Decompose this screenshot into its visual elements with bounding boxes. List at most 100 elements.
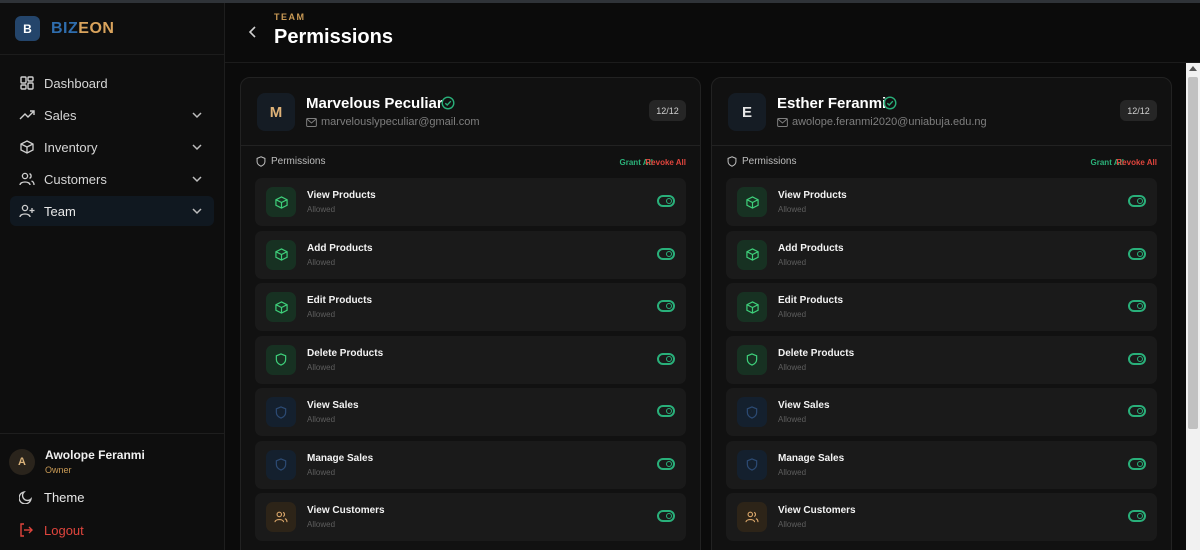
permissions-label: Permissions bbox=[727, 156, 796, 167]
back-button[interactable] bbox=[245, 24, 261, 40]
logout-button[interactable]: Logout bbox=[0, 515, 224, 545]
user-role: Owner bbox=[45, 465, 72, 475]
member-name: Esther Feranmi bbox=[777, 95, 887, 112]
member-card: M Marvelous Peculiar marvelouslypeculiar@g… bbox=[240, 77, 701, 550]
permission-row: Delete Products Allowed bbox=[726, 335, 1157, 384]
sidebar-item-dashboard[interactable]: Dashboard bbox=[10, 68, 214, 98]
chevron-down-icon[interactable] bbox=[190, 140, 204, 154]
mail-icon bbox=[306, 117, 317, 127]
users-icon bbox=[266, 502, 296, 532]
sidebar-item-label: Sales bbox=[44, 107, 77, 123]
member-header: E Esther Feranmi awolope.feranmi2020@uniab… bbox=[712, 78, 1171, 146]
revoke-all-button[interactable]: Revoke All bbox=[645, 158, 686, 167]
mail-icon bbox=[777, 117, 788, 127]
permission-status: Allowed bbox=[307, 205, 336, 214]
permission-row: Edit Products Allowed bbox=[255, 283, 686, 331]
permission-row: View Sales Allowed bbox=[255, 388, 686, 436]
permission-toggle[interactable] bbox=[1128, 405, 1146, 417]
permission-name: Add Products bbox=[778, 242, 844, 254]
page-scrollbar[interactable] bbox=[1186, 63, 1200, 550]
shield-icon bbox=[266, 397, 296, 427]
permission-toggle[interactable] bbox=[657, 405, 675, 417]
permission-name: View Customers bbox=[778, 505, 856, 516]
permission-row: Manage Sales Allowed bbox=[255, 440, 686, 489]
box-icon bbox=[266, 239, 296, 270]
box-icon bbox=[737, 239, 767, 270]
breadcrumb: TEAM bbox=[274, 12, 306, 22]
shield-icon bbox=[737, 449, 767, 480]
permission-row: Add Products Allowed bbox=[255, 230, 686, 279]
verified-check-icon bbox=[441, 96, 455, 110]
permission-name: Manage Sales bbox=[307, 452, 374, 464]
permissions-toolbar: Permissions Grant All Revoke All bbox=[241, 146, 700, 178]
sidebar-item-sales[interactable]: Sales bbox=[10, 100, 214, 130]
permission-toggle[interactable] bbox=[657, 457, 675, 470]
permission-toggle[interactable] bbox=[1128, 300, 1146, 312]
avatar: A bbox=[9, 448, 35, 475]
theme-toggle[interactable]: Theme bbox=[0, 482, 224, 512]
chevron-down-icon[interactable] bbox=[190, 204, 204, 218]
shield-icon bbox=[727, 156, 737, 167]
permission-toggle[interactable] bbox=[657, 510, 675, 522]
permission-row: View Customers Allowed bbox=[726, 493, 1157, 541]
permission-status: Allowed bbox=[778, 205, 807, 214]
user-plus-icon bbox=[19, 203, 35, 219]
sidebar-nav: Dashboard Sales Inventory Customers Team bbox=[0, 55, 224, 226]
member-email: marvelouslypeculiar@gmail.com bbox=[306, 116, 480, 128]
member-card: E Esther Feranmi awolope.feranmi2020@uniab… bbox=[711, 77, 1172, 550]
permission-name: View Customers bbox=[307, 505, 385, 516]
permission-row: Manage Sales Allowed bbox=[726, 440, 1157, 489]
sidebar-item-inventory[interactable]: Inventory bbox=[10, 132, 214, 162]
permission-status: Allowed bbox=[307, 310, 336, 319]
permission-status: Allowed bbox=[307, 467, 336, 477]
chevron-down-icon[interactable] bbox=[190, 108, 204, 122]
permission-status: Allowed bbox=[307, 362, 336, 372]
scroll-thumb[interactable] bbox=[1188, 77, 1198, 429]
permission-name: View Sales bbox=[307, 400, 359, 411]
permission-status: Allowed bbox=[778, 257, 807, 267]
brand[interactable]: B BIZEON bbox=[0, 3, 224, 55]
verified-check-icon bbox=[883, 96, 897, 110]
permission-toggle[interactable] bbox=[1128, 457, 1146, 470]
permission-status: Allowed bbox=[307, 257, 336, 267]
user-name: Awolope Feranmi bbox=[45, 448, 145, 462]
shield-icon bbox=[256, 156, 266, 167]
sidebar-footer: A Awolope Feranmi Owner Theme Logout bbox=[0, 433, 224, 545]
sidebar-item-label: Dashboard bbox=[44, 75, 108, 91]
chevron-down-icon[interactable] bbox=[190, 172, 204, 186]
users-icon bbox=[19, 171, 35, 187]
sidebar: B BIZEON Dashboard Sales Inventory Custo… bbox=[0, 3, 225, 550]
permission-name: Add Products bbox=[307, 242, 373, 254]
permission-toggle[interactable] bbox=[657, 352, 675, 365]
permission-toggle[interactable] bbox=[657, 247, 675, 260]
permission-toggle[interactable] bbox=[657, 300, 675, 312]
theme-label: Theme bbox=[44, 489, 85, 505]
permission-name: Manage Sales bbox=[778, 452, 845, 464]
permissions-toolbar: Permissions Grant All Revoke All bbox=[712, 146, 1171, 178]
revoke-all-button[interactable]: Revoke All bbox=[1116, 158, 1157, 167]
permission-toggle[interactable] bbox=[1128, 352, 1146, 365]
current-user[interactable]: A Awolope Feranmi Owner bbox=[0, 434, 224, 479]
sidebar-item-label: Customers bbox=[44, 171, 107, 187]
permission-toggle[interactable] bbox=[1128, 247, 1146, 260]
member-email: awolope.feranmi2020@uniabuja.edu.ng bbox=[777, 116, 987, 128]
permission-toggle[interactable] bbox=[657, 195, 675, 207]
sidebar-item-customers[interactable]: Customers bbox=[10, 164, 214, 194]
permission-name: View Products bbox=[307, 190, 376, 201]
permission-row: View Products Allowed bbox=[726, 178, 1157, 226]
box-icon bbox=[266, 292, 296, 322]
permission-status: Allowed bbox=[778, 520, 807, 529]
permission-row: View Sales Allowed bbox=[726, 388, 1157, 436]
permission-row: Delete Products Allowed bbox=[255, 335, 686, 384]
sidebar-item-team[interactable]: Team bbox=[10, 196, 214, 226]
member-header: M Marvelous Peculiar marvelouslypeculiar@g… bbox=[241, 78, 700, 146]
shield-icon bbox=[266, 449, 296, 480]
scroll-up-arrow[interactable] bbox=[1189, 66, 1197, 71]
page-header: TEAM Permissions bbox=[225, 3, 1200, 63]
avatar: E bbox=[728, 93, 766, 131]
moon-icon bbox=[19, 489, 35, 505]
permission-row: Add Products Allowed bbox=[726, 230, 1157, 279]
box-icon bbox=[19, 139, 35, 155]
permission-toggle[interactable] bbox=[1128, 195, 1146, 207]
permission-toggle[interactable] bbox=[1128, 510, 1146, 522]
